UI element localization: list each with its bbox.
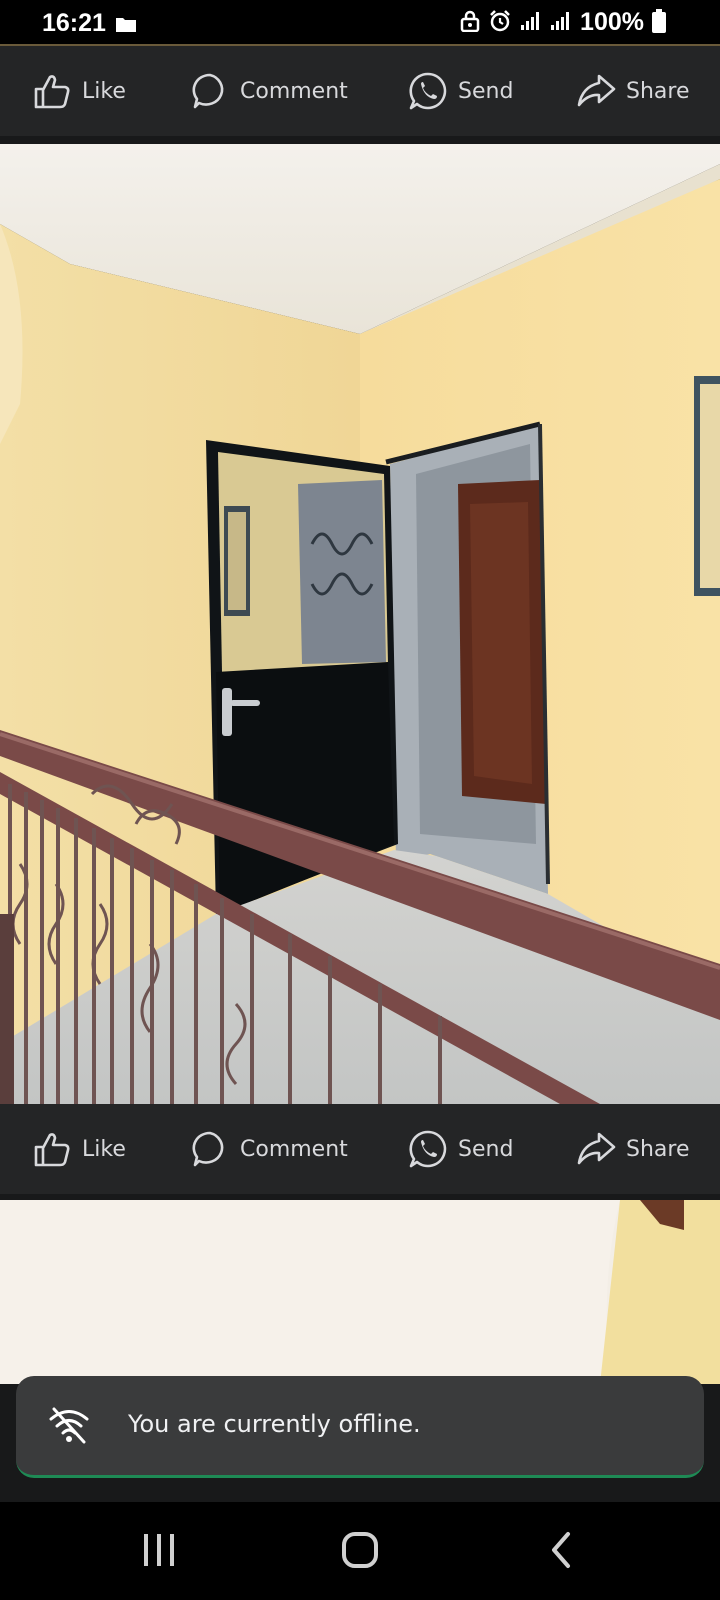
comment-icon	[190, 71, 230, 111]
lock-icon	[460, 10, 480, 36]
status-icons: 100%	[460, 8, 666, 37]
comment-label: Comment	[240, 78, 348, 104]
share-label: Share	[626, 1136, 690, 1162]
alarm-icon	[488, 9, 512, 37]
back-icon[interactable]	[548, 1530, 574, 1574]
wifi-off-icon	[48, 1406, 90, 1448]
comment-icon	[190, 1129, 230, 1169]
signal-icon	[520, 11, 542, 35]
battery-icon	[652, 8, 666, 37]
like-button[interactable]: Like	[32, 1104, 126, 1194]
send-label: Send	[458, 1136, 514, 1162]
signal-icon	[550, 11, 572, 35]
battery-percent: 100%	[580, 8, 644, 36]
send-label: Send	[458, 78, 514, 104]
share-button[interactable]: Share	[576, 1104, 690, 1194]
offline-message: You are currently offline.	[128, 1410, 421, 1438]
share-label: Share	[626, 78, 690, 104]
post-action-bar: Like Comment Send Share	[0, 46, 720, 136]
system-nav-bar	[0, 1502, 720, 1600]
home-icon[interactable]	[340, 1530, 380, 1574]
post-action-bar: Like Comment Send Share	[0, 1104, 720, 1194]
comment-button[interactable]: Comment	[190, 46, 348, 136]
send-button[interactable]: Send	[408, 46, 513, 136]
comment-button[interactable]: Comment	[190, 1104, 348, 1194]
thumbs-up-icon	[32, 1129, 72, 1169]
share-arrow-icon	[576, 1129, 616, 1169]
whatsapp-icon	[408, 71, 448, 111]
like-button[interactable]: Like	[32, 46, 126, 136]
status-time: 16:21	[42, 9, 106, 37]
post-photo[interactable]	[0, 1200, 720, 1384]
send-button[interactable]: Send	[408, 1104, 513, 1194]
status-bar: 16:21 100%	[0, 0, 720, 46]
post-photo[interactable]	[0, 144, 720, 1104]
whatsapp-icon	[408, 1129, 448, 1169]
comment-label: Comment	[240, 1136, 348, 1162]
offline-toast: You are currently offline.	[16, 1376, 704, 1478]
thumbs-up-icon	[32, 71, 72, 111]
like-label: Like	[82, 1136, 126, 1162]
folder-icon	[116, 16, 136, 36]
share-arrow-icon	[576, 71, 616, 111]
like-label: Like	[82, 78, 126, 104]
share-button[interactable]: Share	[576, 46, 690, 136]
recents-icon[interactable]	[142, 1530, 176, 1574]
